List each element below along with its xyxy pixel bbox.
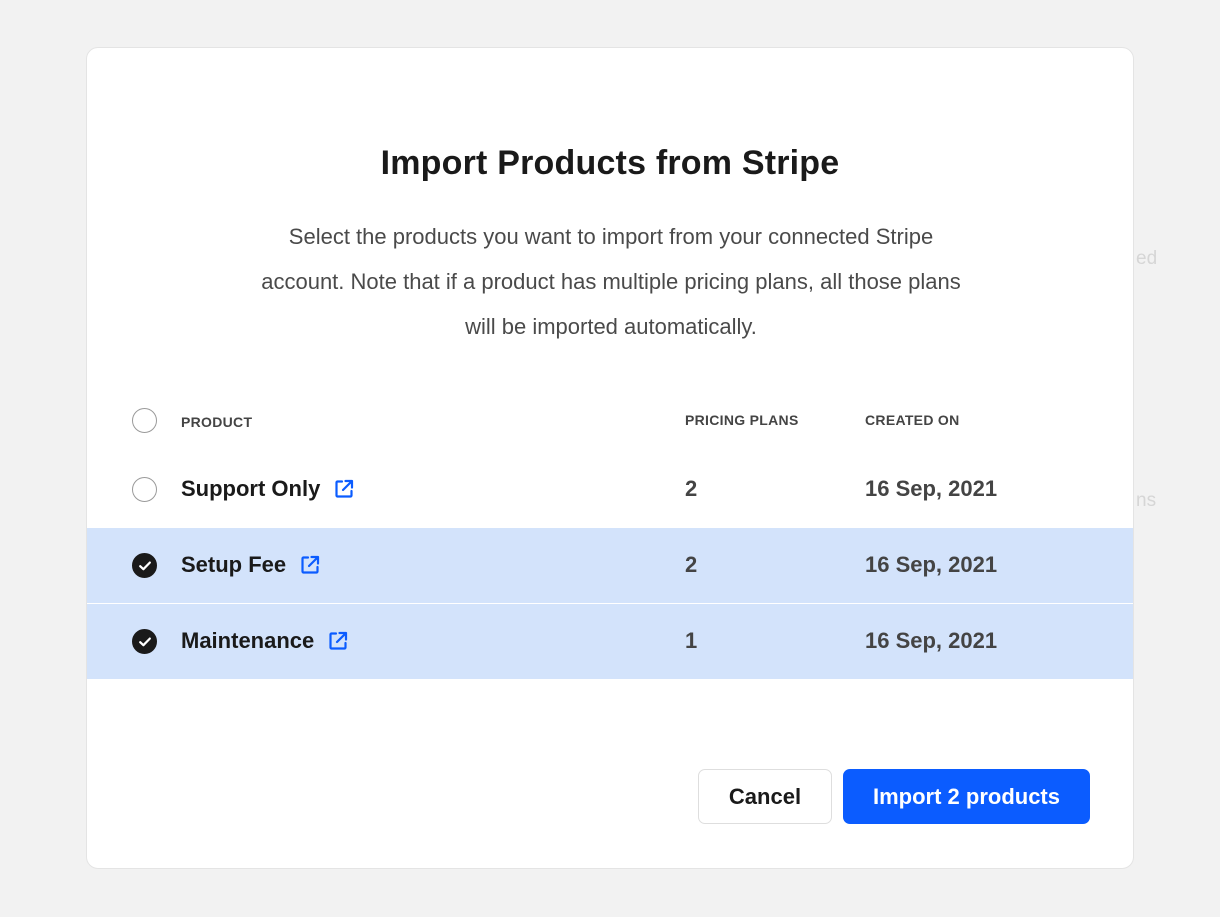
pricing-plans-cell: 2 bbox=[685, 552, 698, 577]
background-partial-text: ns bbox=[1136, 490, 1157, 511]
created-on-cell: 16 Sep, 2021 bbox=[865, 476, 998, 501]
created-on-cell: 16 Sep, 2021 bbox=[865, 628, 998, 653]
column-header-pricing-plans: PRICING PLANS bbox=[685, 412, 799, 428]
import-products-button[interactable]: Import 2 products bbox=[843, 769, 1090, 824]
table-row[interactable]: Support Only 2 16 Sep, 2021 bbox=[87, 452, 1133, 527]
product-name: Setup Fee bbox=[181, 552, 287, 577]
pricing-plans-cell: 2 bbox=[685, 476, 698, 501]
select-all-checkbox[interactable] bbox=[132, 408, 157, 433]
cancel-button[interactable]: Cancel bbox=[698, 769, 832, 824]
modal-description: Select the products you want to import f… bbox=[261, 224, 961, 339]
table-row[interactable]: Setup Fee 2 16 Sep, 2021 bbox=[87, 528, 1133, 603]
product-name: Maintenance bbox=[181, 628, 315, 653]
created-on-cell: 16 Sep, 2021 bbox=[865, 552, 998, 577]
import-products-modal: Import Products from Stripe Select the p… bbox=[86, 47, 1134, 869]
column-header-created-on: CREATED ON bbox=[865, 412, 960, 428]
modal-title: Import Products from Stripe bbox=[380, 144, 840, 182]
row-checkbox[interactable] bbox=[132, 477, 157, 502]
product-name: Support Only bbox=[181, 476, 321, 501]
product-name-cell: Support Only bbox=[181, 476, 354, 502]
external-link-icon[interactable] bbox=[300, 555, 320, 575]
column-header-product: PRODUCT bbox=[181, 414, 253, 430]
external-link-icon[interactable] bbox=[334, 479, 354, 499]
product-name-cell: Maintenance bbox=[181, 628, 348, 654]
external-link-icon[interactable] bbox=[328, 631, 348, 651]
row-checkbox[interactable] bbox=[132, 553, 157, 578]
product-name-cell: Setup Fee bbox=[181, 552, 320, 578]
table-header: PRODUCT PRICING PLANS CREATED ON bbox=[87, 396, 1133, 453]
table-row[interactable]: Maintenance 1 16 Sep, 2021 bbox=[87, 604, 1133, 679]
background-partial-text: ed bbox=[1136, 248, 1158, 269]
pricing-plans-cell: 1 bbox=[685, 628, 698, 653]
row-checkbox[interactable] bbox=[132, 629, 157, 654]
